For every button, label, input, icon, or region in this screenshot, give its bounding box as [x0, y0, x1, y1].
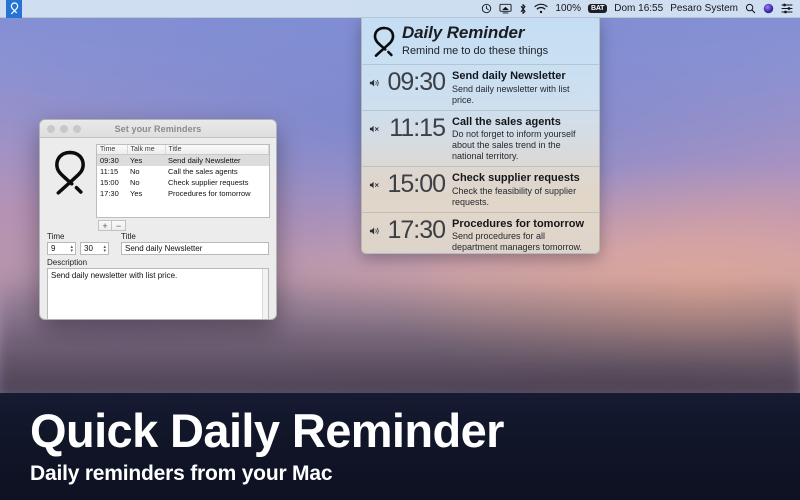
- banner-subtitle: Daily reminders from your Mac: [30, 462, 333, 485]
- remove-reminder-button[interactable]: −: [112, 220, 126, 231]
- reminder-time: 15:00: [387, 170, 446, 199]
- table-row[interactable]: 11:15 No Call the sales agents: [97, 166, 269, 177]
- description-label: Description: [47, 258, 88, 267]
- cell-title: Procedures for tomorrow: [168, 189, 251, 198]
- title-input[interactable]: Send daily Newsletter: [121, 242, 269, 255]
- add-remove-toolbar: + −: [40, 218, 276, 231]
- ribbon-logo-icon: [44, 143, 96, 218]
- menubar-clock[interactable]: Dom 16:55: [614, 3, 663, 14]
- banner-title: Quick Daily Reminder: [30, 404, 504, 457]
- minute-value: 30: [84, 244, 93, 253]
- add-reminder-button[interactable]: +: [98, 220, 112, 231]
- wallpaper-water: [0, 343, 800, 395]
- cell-talk: Yes: [130, 189, 143, 198]
- panel-header: Daily Reminder Remind me to do these thi…: [362, 18, 599, 64]
- reminder-time: 11:15: [389, 113, 446, 142]
- time-machine-icon[interactable]: [481, 3, 492, 14]
- form-labels-row: Time Title: [47, 232, 269, 242]
- hour-value: 9: [51, 244, 56, 253]
- reminder-description: Do not forget to inform yourself about t…: [452, 129, 576, 162]
- reminder-row[interactable]: 15:00 Check supplier requests Check the …: [362, 166, 599, 212]
- column-header-title[interactable]: Title: [165, 145, 269, 155]
- form-inputs-row: 9 ▴ ▾ 30 ▴ ▾ Send daily Newsletter: [47, 242, 269, 255]
- window-title: Set your Reminders: [114, 123, 202, 134]
- reminder-time: 17:30: [387, 215, 446, 244]
- menu-bar: 100% BAT Dom 16:55 Pesaro System: [0, 0, 800, 18]
- cell-time: 11:15: [100, 167, 119, 176]
- battery-icon[interactable]: BAT: [587, 4, 608, 13]
- cell-title: Send daily Newsletter: [165, 154, 269, 166]
- promo-banner: Quick Daily Reminder Daily reminders fro…: [0, 393, 800, 500]
- reminder-row[interactable]: 17:30 Procedures for tomorrow Send proce…: [362, 211, 599, 253]
- description-textarea[interactable]: Send daily newsletter with list price.: [47, 268, 269, 319]
- hour-stepper[interactable]: 9 ▴ ▾: [47, 242, 76, 255]
- speaker-muted-icon[interactable]: [366, 170, 383, 190]
- description-value: Send daily newsletter with list price.: [51, 271, 178, 280]
- control-center-icon[interactable]: [781, 3, 793, 14]
- menubar-user-name[interactable]: Pesaro System: [670, 3, 738, 14]
- cell-time: 17:30: [100, 189, 119, 198]
- menu-bar-left: [0, 0, 22, 18]
- reminder-time: 09:30: [387, 68, 446, 96]
- panel-subtitle: Remind me to do these things: [402, 44, 549, 57]
- reminders-table: Time Talk me Title 09:30 Yes Send daily …: [97, 145, 269, 199]
- cell-talk: No: [130, 167, 140, 176]
- ribbon-logo-icon: [369, 23, 399, 59]
- set-your-reminders-window: Set your Reminders Time Talk me Title 09…: [39, 119, 277, 320]
- speaker-on-icon[interactable]: [366, 216, 383, 236]
- ribbon-app-icon: [10, 2, 18, 15]
- speaker-muted-icon[interactable]: [366, 114, 383, 134]
- panel-titles: Daily Reminder Remind me to do these thi…: [399, 23, 548, 57]
- reminders-table-container[interactable]: Time Talk me Title 09:30 Yes Send daily …: [96, 144, 270, 218]
- reminder-title: Procedures for tomorrow: [452, 217, 585, 230]
- menu-bar-status-items: 100% BAT Dom 16:55 Pesaro System: [481, 3, 800, 15]
- reminder-row[interactable]: 11:15 Call the sales agents Do not forge…: [362, 109, 599, 167]
- reminder-description: Send procedures for all department manag…: [452, 231, 583, 253]
- description-scrollbar[interactable]: [262, 269, 268, 319]
- panel-reminder-list: 09:30 Send daily Newsletter Send daily n…: [362, 64, 599, 253]
- cell-title: Call the sales agents: [168, 167, 238, 176]
- reminder-description: Send daily newsletter with list price.: [452, 83, 570, 105]
- reminder-title: Send daily Newsletter: [452, 70, 566, 82]
- table-row[interactable]: 17:30 Yes Procedures for tomorrow: [97, 188, 269, 199]
- bluetooth-icon[interactable]: [519, 3, 527, 15]
- reminder-form: Time Title 9 ▴ ▾ 30 ▴ ▾ Send daily Newslet…: [40, 231, 276, 319]
- time-label: Time: [47, 232, 65, 241]
- reminder-text: Procedures for tomorrow Send procedures …: [445, 216, 592, 253]
- window-body: Time Talk me Title 09:30 Yes Send daily …: [40, 138, 276, 218]
- cell-talk: No: [130, 178, 140, 187]
- cell-talk: Yes: [127, 154, 165, 166]
- reminder-text: Send daily Newsletter Send daily newslet…: [445, 68, 592, 106]
- cell-time: 09:30: [97, 154, 127, 166]
- battery-percent-label: 100%: [555, 3, 581, 14]
- table-row[interactable]: 15:00 No Check supplier requests: [97, 177, 269, 188]
- panel-title: Daily Reminder: [402, 23, 525, 42]
- daily-reminder-dropdown-panel: Daily Reminder Remind me to do these thi…: [361, 18, 600, 254]
- wifi-icon[interactable]: [534, 3, 549, 14]
- menubar-app-icon[interactable]: [6, 0, 22, 18]
- table-row[interactable]: 09:30 Yes Send daily Newsletter: [97, 154, 269, 166]
- minute-stepper-arrows[interactable]: ▴ ▾: [103, 244, 108, 253]
- window-titlebar[interactable]: Set your Reminders: [40, 120, 276, 138]
- reminder-title: Check supplier requests: [452, 172, 580, 185]
- search-icon[interactable]: [745, 3, 756, 14]
- column-header-talk-me[interactable]: Talk me: [127, 145, 166, 155]
- hour-stepper-arrows[interactable]: ▴ ▾: [70, 244, 75, 253]
- table-header-row: Time Talk me Title: [97, 145, 269, 155]
- speaker-on-icon[interactable]: [366, 68, 383, 88]
- reminder-text: Check supplier requests Check the feasib…: [445, 170, 592, 208]
- siri-icon[interactable]: [763, 3, 774, 14]
- reminder-title: Call the sales agents: [452, 115, 561, 128]
- title-label: Title: [121, 232, 136, 241]
- cell-time: 15:00: [100, 178, 119, 187]
- column-header-time[interactable]: Time: [97, 145, 128, 155]
- screen-mirroring-icon[interactable]: [499, 3, 512, 14]
- minute-stepper[interactable]: 30 ▴ ▾: [80, 242, 109, 255]
- reminder-text: Call the sales agents Do not forget to i…: [445, 114, 592, 163]
- reminder-row[interactable]: 09:30 Send daily Newsletter Send daily n…: [362, 64, 599, 110]
- reminder-description: Check the feasibility of supplier reques…: [452, 185, 577, 207]
- cell-title: Check supplier requests: [168, 178, 249, 187]
